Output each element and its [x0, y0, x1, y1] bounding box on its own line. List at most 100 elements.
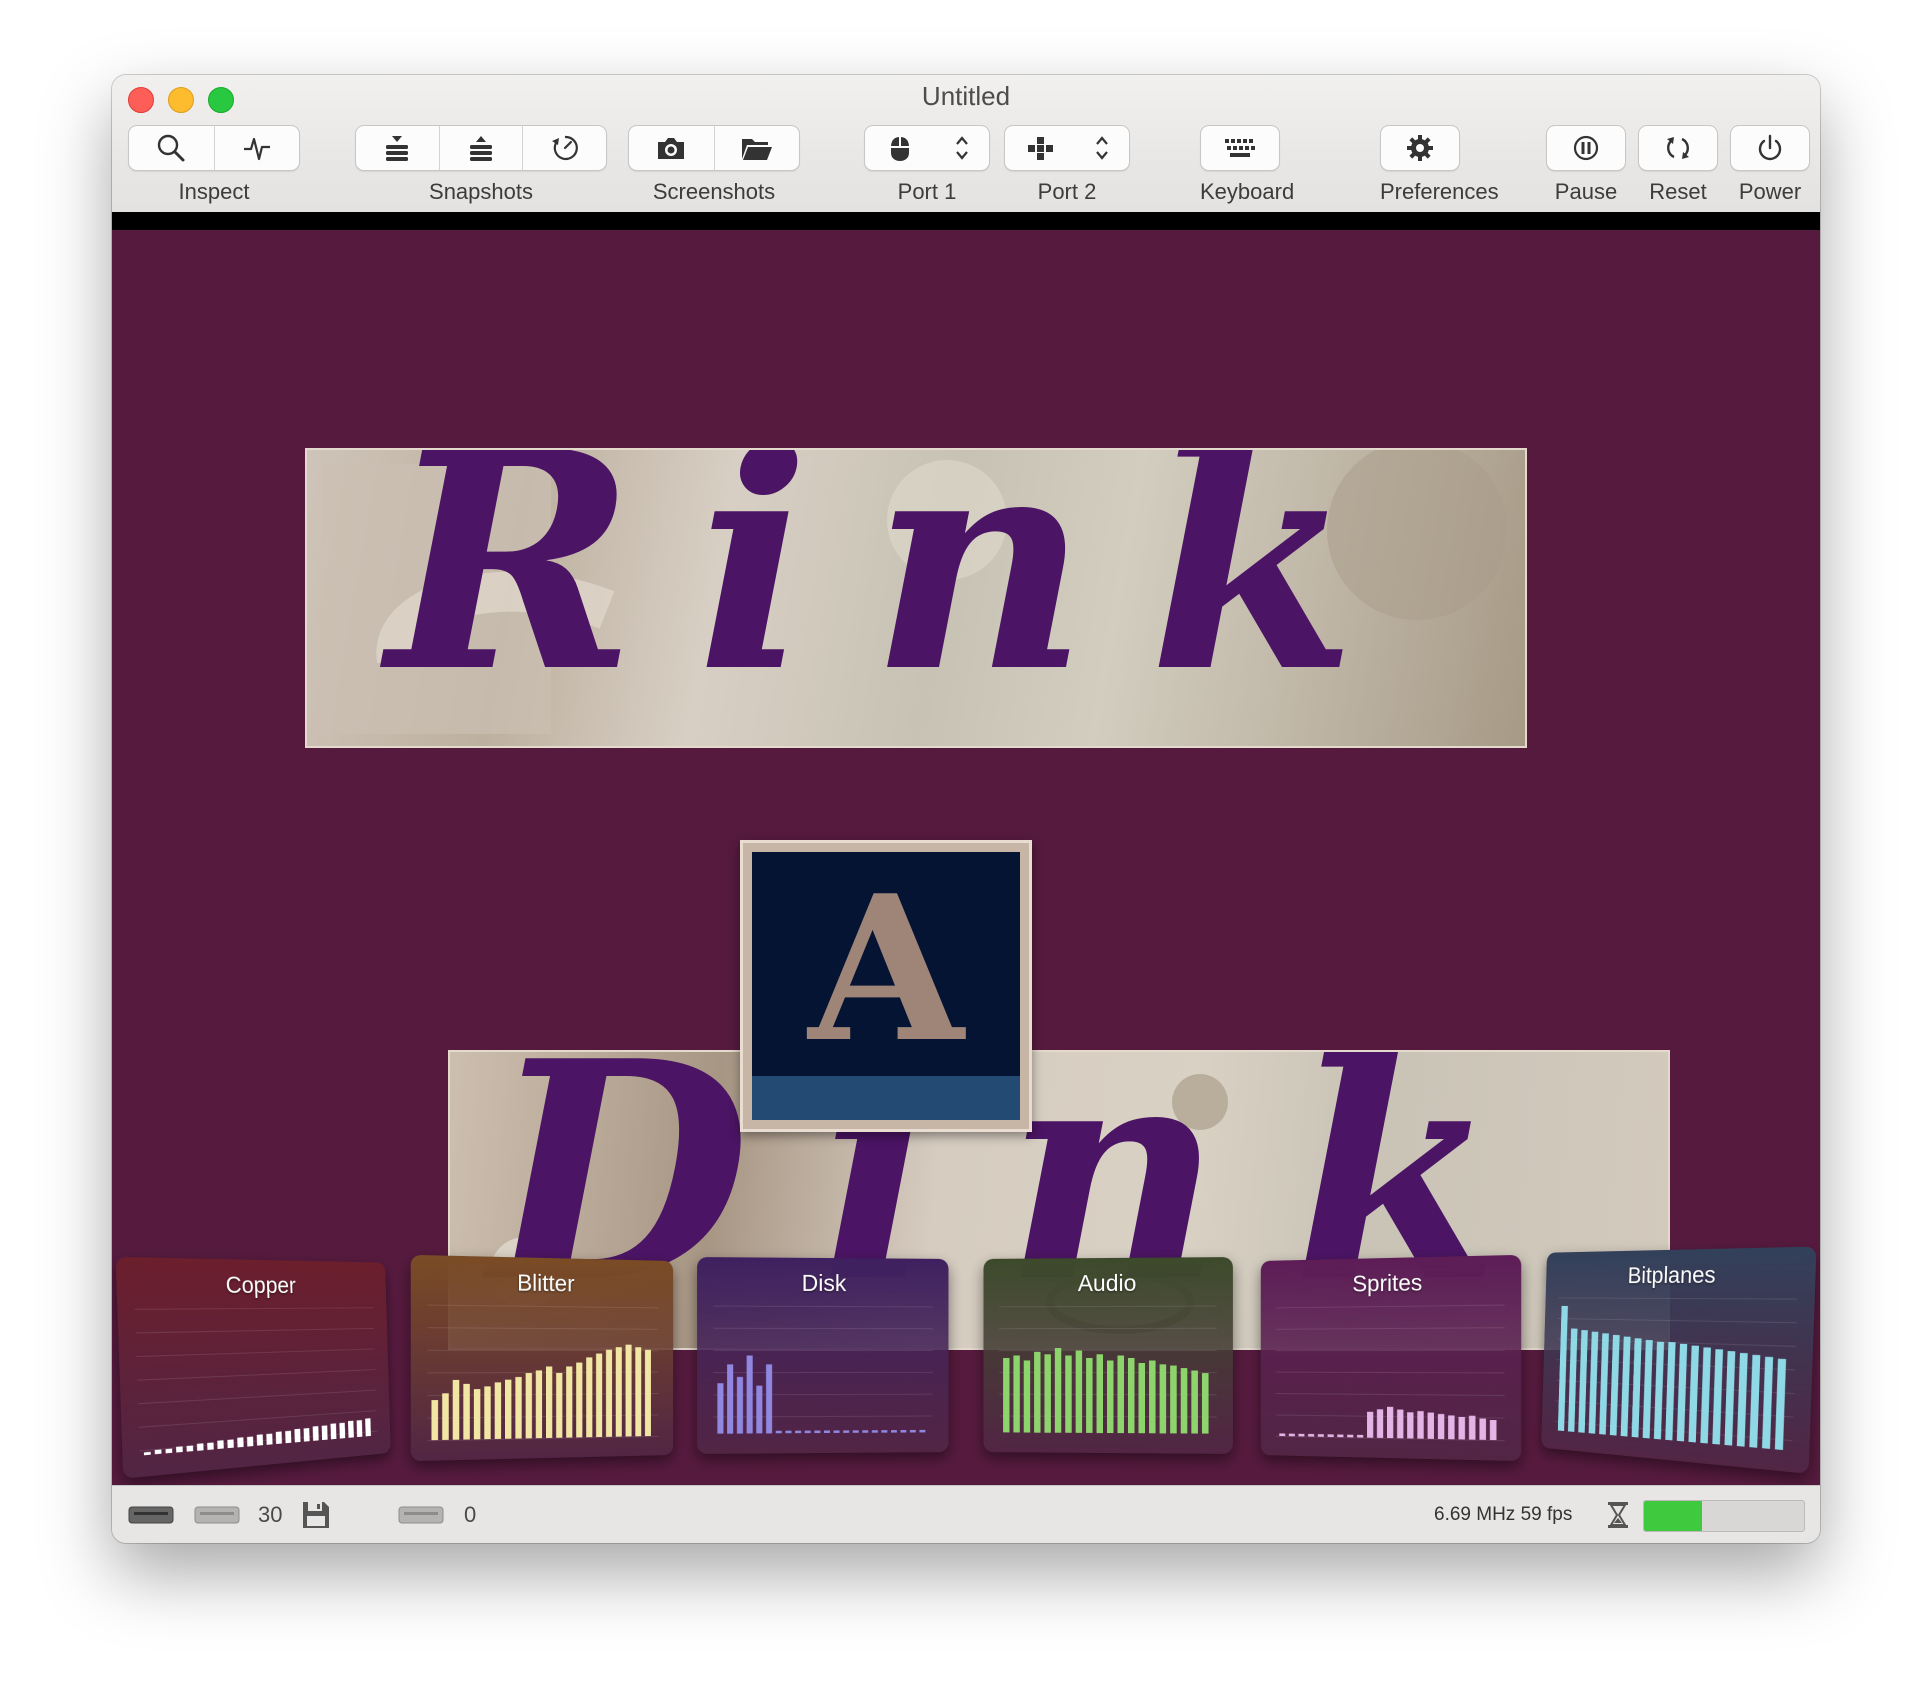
activity-bar	[227, 1439, 234, 1449]
gear-icon[interactable]	[1381, 126, 1459, 170]
activity-bar	[556, 1372, 563, 1438]
updown-chevron-icon[interactable]	[1075, 126, 1129, 170]
power-icon[interactable]	[1731, 126, 1809, 170]
activity-bar	[546, 1366, 553, 1438]
activity-bar	[143, 1451, 151, 1456]
activity-bar	[505, 1379, 512, 1439]
activity-icon[interactable]	[213, 126, 300, 170]
bitplanes-label: Bitplanes	[1627, 1261, 1717, 1289]
activity-bar	[1642, 1339, 1653, 1439]
activity-bar	[717, 1383, 724, 1434]
activity-bar	[515, 1377, 522, 1439]
bitplanes-monitor[interactable]: Bitplanes	[1541, 1246, 1817, 1474]
disk-label: Disk	[801, 1269, 847, 1297]
activity-bar	[1367, 1411, 1374, 1438]
df0-drive-icon[interactable]	[128, 1486, 174, 1543]
activity-bar	[1700, 1347, 1711, 1444]
activity-bar	[1489, 1419, 1497, 1441]
activity-bar	[330, 1423, 337, 1440]
activity-bar	[909, 1429, 916, 1433]
activity-bar	[1308, 1433, 1315, 1437]
pause-icon[interactable]	[1547, 126, 1625, 170]
hourglass-icon[interactable]	[1606, 1486, 1630, 1543]
activity-bar	[1397, 1409, 1404, 1439]
activity-bar	[266, 1433, 273, 1445]
folder-icon[interactable]	[713, 126, 800, 170]
port2-label: Port 2	[1037, 179, 1097, 204]
reset-label: Reset	[1649, 179, 1707, 204]
power-label: Power	[1738, 179, 1802, 204]
activity-bar	[1034, 1351, 1041, 1433]
snapshot-restore-icon[interactable]	[438, 126, 523, 170]
activity-bar	[285, 1430, 292, 1444]
camera-icon[interactable]	[629, 126, 714, 170]
port1-group: Port 1	[864, 125, 990, 204]
activity-bar	[1347, 1434, 1354, 1438]
activity-bar	[339, 1422, 346, 1439]
activity-bar	[1013, 1355, 1020, 1433]
power-group: Power	[1730, 125, 1810, 204]
df1-drive-icon[interactable]	[194, 1486, 240, 1543]
magnifier-icon[interactable]	[129, 126, 214, 170]
activity-bar	[1437, 1413, 1445, 1440]
screenshots-label: Screenshots	[652, 179, 776, 204]
title-logo-badge: A	[740, 840, 1032, 1132]
activity-bar	[1317, 1434, 1324, 1437]
floppy-disk-icon[interactable]	[300, 1486, 332, 1543]
activity-bar	[365, 1418, 371, 1437]
activity-bar	[1724, 1351, 1736, 1446]
activity-bar	[1138, 1363, 1146, 1434]
activity-bar	[525, 1373, 532, 1439]
activity-bar	[852, 1430, 859, 1433]
activity-bar	[824, 1430, 831, 1434]
activity-bar	[1458, 1416, 1465, 1440]
emulator-screen[interactable]: Rink Dink A Copper Blitter Disk Audio Sp…	[112, 230, 1820, 1485]
df2-drive-icon[interactable]	[398, 1486, 444, 1543]
activity-bar	[1201, 1373, 1209, 1434]
snapshot-browse-icon[interactable]	[522, 126, 606, 170]
activity-bar	[586, 1357, 593, 1438]
activity-bar	[1170, 1365, 1177, 1434]
activity-bar	[431, 1400, 439, 1441]
activity-bar	[746, 1355, 753, 1434]
activity-bar	[484, 1386, 491, 1440]
activity-bar	[795, 1430, 802, 1434]
activity-bar	[1578, 1330, 1588, 1433]
activity-bar	[566, 1366, 573, 1438]
activity-bar	[321, 1425, 328, 1441]
snapshot-save-icon[interactable]	[356, 126, 439, 170]
activity-bar	[576, 1362, 583, 1438]
toolbar: Untitled Inspect Snapshots Screenshots P…	[112, 75, 1820, 213]
activity-bar	[186, 1445, 194, 1452]
activity-bar	[1387, 1406, 1394, 1439]
activity-bar	[814, 1430, 821, 1434]
activity-bar	[833, 1430, 840, 1433]
activity-bar	[1653, 1341, 1665, 1440]
drive-cylinder-count: 30	[258, 1502, 283, 1527]
updown-chevron-icon[interactable]	[935, 126, 989, 170]
activity-bar	[1712, 1349, 1724, 1445]
activity-bar	[1762, 1356, 1774, 1449]
inspect-label: Inspect	[178, 179, 250, 204]
activity-bar	[1288, 1433, 1295, 1437]
activity-bar	[862, 1430, 869, 1433]
sprites-monitor[interactable]: Sprites	[1260, 1254, 1522, 1462]
reset-icon[interactable]	[1639, 126, 1717, 170]
activity-bar	[1376, 1409, 1384, 1438]
sprites-label: Sprites	[1352, 1269, 1423, 1297]
blitter-monitor[interactable]: Blitter	[410, 1254, 674, 1462]
mouse-icon[interactable]	[865, 126, 935, 170]
audio-monitor[interactable]: Audio	[983, 1257, 1233, 1454]
activity-bar	[1149, 1360, 1156, 1434]
activity-bar	[1054, 1348, 1062, 1433]
joystick-icon[interactable]	[1005, 126, 1075, 170]
copper-monitor[interactable]: Copper	[115, 1256, 391, 1479]
activity-bar	[294, 1428, 301, 1443]
disk-monitor[interactable]: Disk	[697, 1257, 949, 1454]
keyboard-icon[interactable]	[1201, 126, 1279, 170]
activity-bar	[1631, 1338, 1642, 1438]
activity-bar	[1448, 1415, 1455, 1440]
port1-label: Port 1	[897, 179, 957, 204]
activity-bar	[1117, 1355, 1124, 1434]
activity-bar	[1774, 1358, 1787, 1451]
